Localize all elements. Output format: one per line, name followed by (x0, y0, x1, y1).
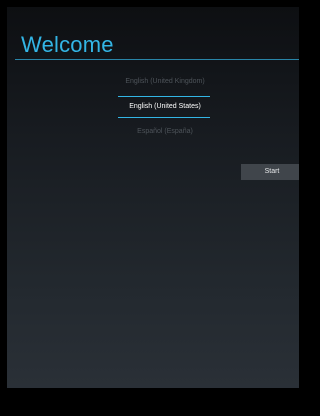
picker-selection-top-line (118, 96, 210, 97)
navigation-bar (0, 388, 306, 416)
setup-wizard-screen: Welcome English (United Kingdom) English… (7, 7, 299, 388)
language-option-spanish-spain[interactable]: Español (España) (110, 127, 220, 137)
language-option-english-uk[interactable]: English (United Kingdom) (110, 77, 220, 87)
page-title: Welcome (21, 32, 114, 57)
picker-selection-bottom-line (118, 117, 210, 118)
title-divider (15, 59, 299, 60)
start-button[interactable]: Start (241, 164, 299, 180)
language-option-english-us[interactable]: English (United States) (110, 102, 220, 112)
